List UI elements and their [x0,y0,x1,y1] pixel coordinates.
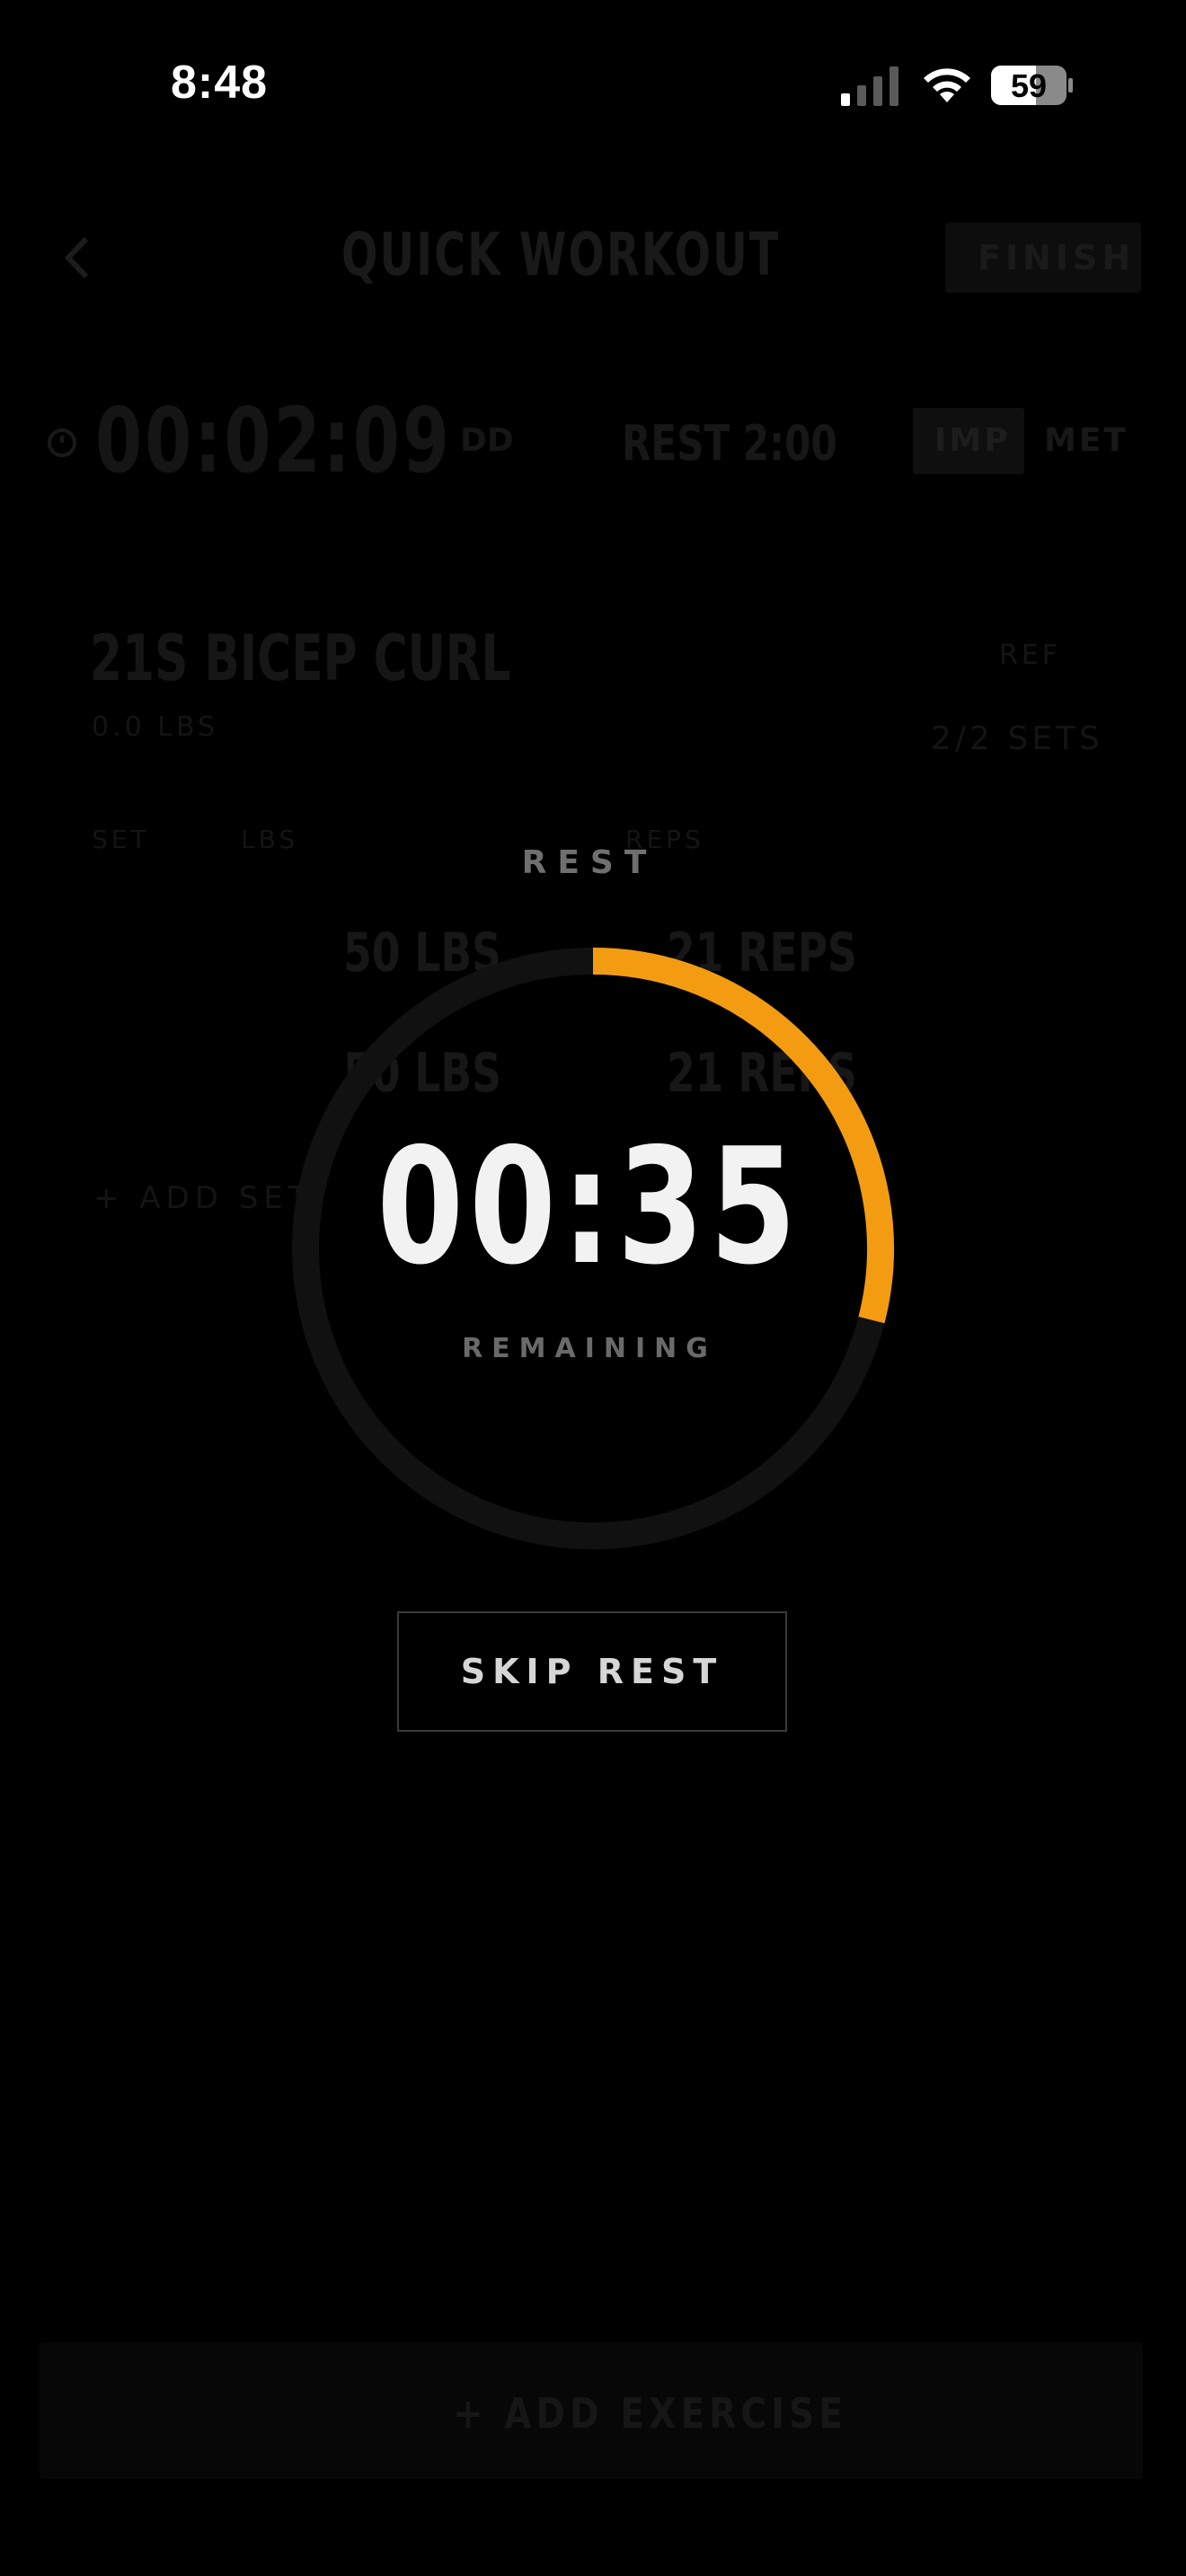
cellular-signal-icon [841,66,898,106]
rest-setting[interactable]: REST 2:00 [622,415,837,472]
rest-countdown: 00:35 [376,1114,802,1300]
skip-rest-label: SKIP REST [460,1652,724,1691]
exercise-ref-label: REF [999,640,1062,671]
finish-label: FINISH [978,238,1136,278]
wifi-icon [924,68,970,102]
rest-title: REST [521,844,658,881]
exercise-name: 21S BICEP CURL [90,622,511,695]
remaining-label: REMAINING [462,1333,717,1364]
skip-rest-button[interactable]: SKIP REST [397,1611,787,1732]
elapsed-timer: 00:02:09 [95,388,453,493]
exercise-sets-count: 2/2 SETS [931,720,1103,757]
stopwatch-icon [48,428,76,457]
add-exercise-label: + ADD EXERCISE [453,2389,848,2438]
exercise-sub: 0.0 LBS [92,711,219,743]
battery-icon: 59 [990,65,1075,106]
unit-toggle-imp[interactable]: IMP [934,422,1011,459]
elapsed-unit: DD [460,422,514,459]
unit-toggle-met[interactable]: MET [1044,422,1128,459]
back-chevron-icon[interactable] [59,235,95,280]
battery-percent: 59 [1010,67,1048,104]
workout-title: QUICK WORKOUT [341,220,781,289]
status-time: 8:48 [171,57,269,109]
